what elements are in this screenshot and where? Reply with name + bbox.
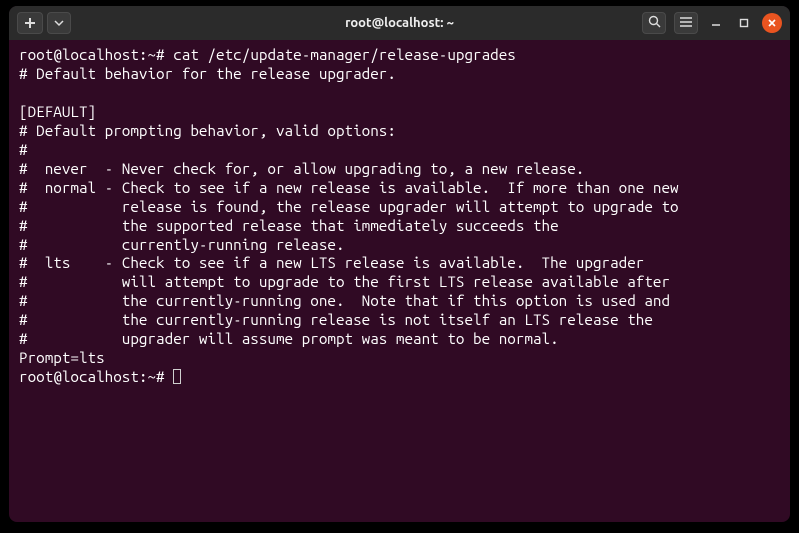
output-line: # upgrader will assume prompt was meant …: [19, 330, 559, 347]
shell-prompt: root@localhost:~#: [19, 368, 165, 385]
plus-icon: [24, 17, 36, 29]
new-tab-button[interactable]: [17, 12, 43, 34]
output-line: # lts - Check to see if a new LTS releas…: [19, 254, 644, 271]
search-icon: [648, 14, 661, 32]
output-line: # currently-running release.: [19, 236, 345, 253]
maximize-icon: [739, 18, 749, 28]
minimize-icon: [711, 18, 721, 28]
output-line: # release is found, the release upgrader…: [19, 198, 679, 215]
close-button[interactable]: [762, 13, 782, 33]
titlebar: root@localhost: ~: [9, 6, 790, 40]
command-text: cat /etc/update-manager/release-upgrades: [173, 46, 516, 63]
output-line: # the currently-running release is not i…: [19, 311, 653, 328]
output-line: # Default behavior for the release upgra…: [19, 65, 396, 82]
titlebar-right-controls: [642, 12, 782, 34]
output-line: # will attempt to upgrade to the first L…: [19, 273, 670, 290]
output-line: # the supported release that immediately…: [19, 217, 559, 234]
output-line: # Default prompting behavior, valid opti…: [19, 122, 396, 139]
chevron-down-icon: [54, 18, 64, 28]
output-line: [DEFAULT]: [19, 103, 96, 120]
output-line: # normal - Check to see if a new release…: [19, 179, 679, 196]
terminal-window: root@localhost: ~: [9, 6, 790, 522]
close-icon: [767, 18, 777, 28]
output-line: # the currently-running one. Note that i…: [19, 292, 670, 309]
output-line: Prompt=lts: [19, 349, 105, 366]
cursor: [173, 369, 181, 384]
hamburger-icon: [679, 14, 693, 32]
hamburger-menu-button[interactable]: [674, 12, 698, 34]
output-line: #: [19, 141, 28, 158]
shell-prompt: root@localhost:~#: [19, 46, 165, 63]
titlebar-left-controls: [17, 12, 71, 34]
search-button[interactable]: [642, 12, 666, 34]
terminal-body[interactable]: root@localhost:~# cat /etc/update-manage…: [9, 40, 790, 522]
output-line: # never - Never check for, or allow upgr…: [19, 160, 584, 177]
minimize-button[interactable]: [706, 13, 726, 33]
tab-menu-button[interactable]: [47, 12, 71, 34]
maximize-button[interactable]: [734, 13, 754, 33]
